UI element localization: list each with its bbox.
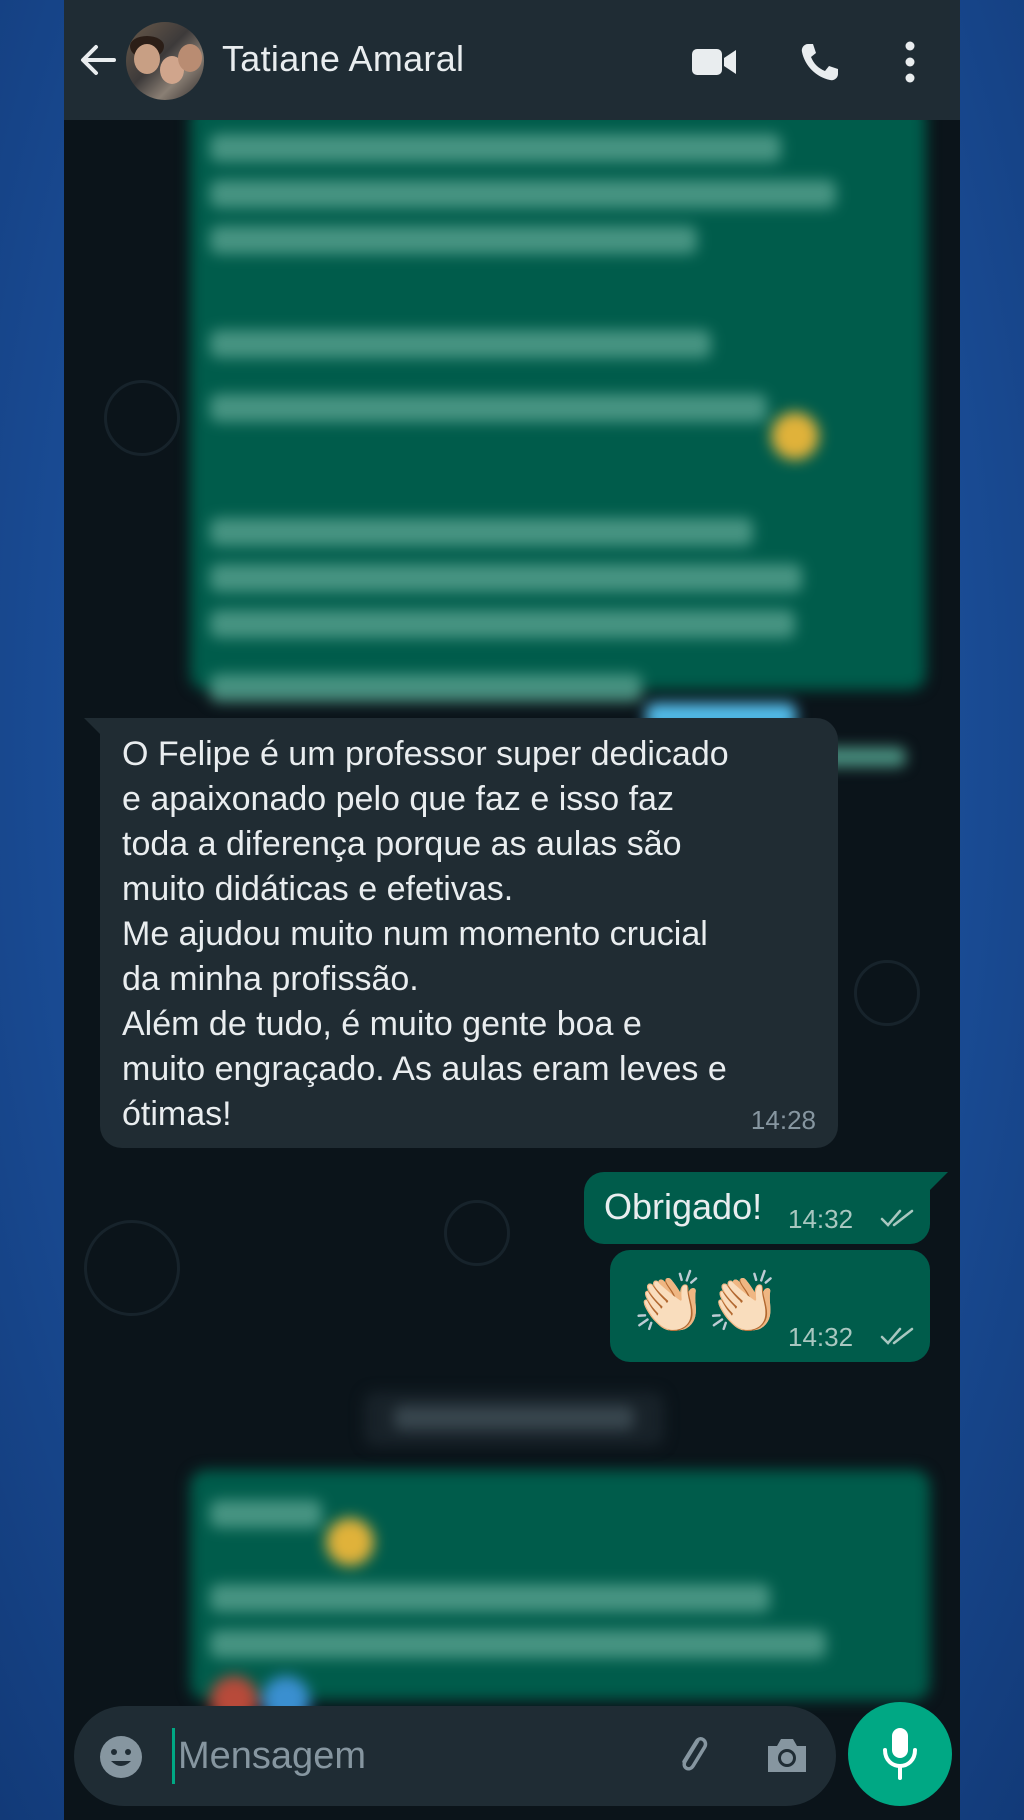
chat-header: Tatiane Amaral [64,0,960,120]
chat-screen: Tatiane Amaral O Felipe é um professor s… [64,0,960,1820]
outgoing-message-bubble[interactable]: Obrigado! 14:32 [584,1172,930,1244]
message-input[interactable] [178,1730,638,1782]
message-timestamp: 14:28 [750,1105,816,1135]
read-receipt-icon [880,1209,914,1227]
video-call-icon[interactable] [690,44,738,80]
phone-call-icon[interactable] [798,40,842,84]
more-options-icon[interactable] [904,40,916,84]
camera-icon[interactable] [764,1734,810,1776]
wallpaper-doodle [104,380,180,456]
attach-icon[interactable] [670,1732,716,1778]
read-receipt-icon [880,1327,914,1345]
blurred-outgoing-message [190,100,926,767]
mic-icon [883,1728,917,1780]
clapping-hands-emoji: 👏🏻👏🏻 [632,1269,782,1336]
outgoing-message-bubble[interactable]: 👏🏻👏🏻 14:32 [610,1250,930,1362]
contact-name[interactable]: Tatiane Amaral [222,38,464,80]
wallpaper-doodle [84,1220,180,1316]
wallpaper-doodle [444,1200,510,1266]
emoji-icon[interactable] [98,1734,144,1780]
blurred-outgoing-message [190,1470,930,1724]
outgoing-bubble-tail [930,1172,948,1190]
voice-message-button[interactable] [848,1702,952,1806]
text-caret [172,1728,175,1784]
blurred-date-divider [364,1392,664,1446]
outgoing-message-text: Obrigado! [604,1186,763,1227]
back-arrow-icon[interactable] [78,40,118,80]
message-timestamp: 14:32 [788,1204,854,1234]
incoming-message-bubble[interactable]: O Felipe é um professor super dedicado e… [100,718,838,1148]
wallpaper-doodle [854,960,920,1026]
avatar[interactable] [126,22,204,100]
incoming-message-text: O Felipe é um professor super dedicado e… [122,735,729,1133]
message-timestamp: 14:32 [788,1322,854,1352]
message-composer [74,1706,836,1806]
